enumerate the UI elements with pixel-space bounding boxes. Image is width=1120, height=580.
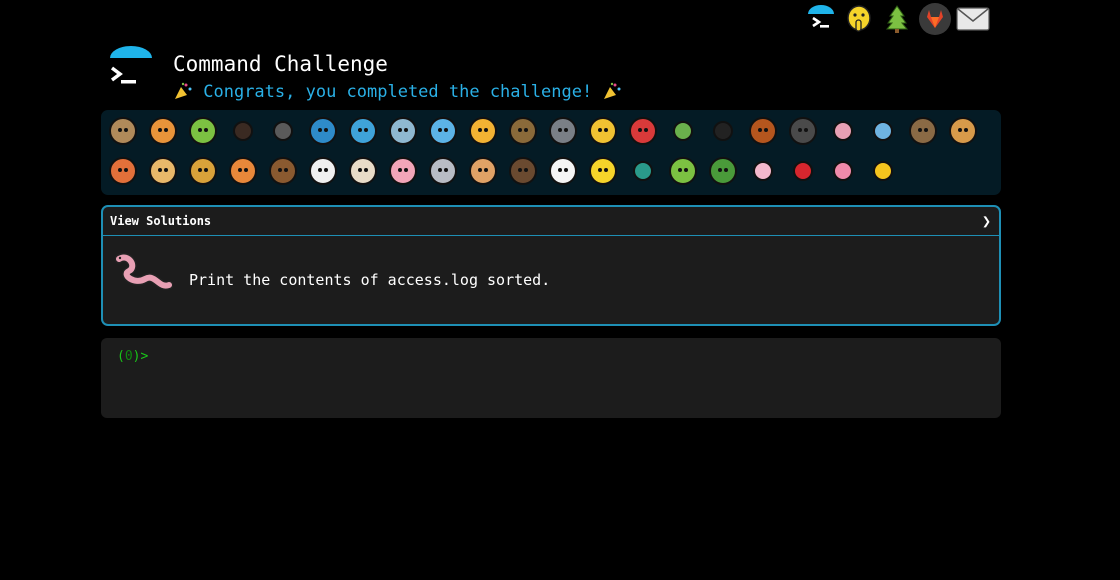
pig-icon[interactable]	[387, 154, 419, 188]
page-header: Command Challenge Congrats, you complete…	[108, 46, 1008, 106]
prompt-close: )>	[132, 349, 149, 364]
terminal-logo-icon[interactable]	[804, 2, 838, 36]
prompt-open: (	[117, 349, 125, 364]
dragon-icon[interactable]	[707, 154, 739, 188]
badge-row	[107, 114, 987, 148]
ladybug-icon[interactable]	[627, 114, 659, 148]
bear-icon[interactable]	[507, 154, 539, 188]
hibiscus-icon[interactable]	[827, 154, 859, 188]
bee-icon[interactable]	[587, 114, 619, 148]
page-title: Command Challenge	[173, 52, 388, 76]
mouse-icon[interactable]	[427, 154, 459, 188]
chevron-right-icon: ❯	[981, 212, 991, 230]
worm-icon	[114, 251, 174, 299]
horse-icon[interactable]	[267, 154, 299, 188]
terminal-input[interactable]: (0)>	[101, 338, 1001, 418]
butterfly-icon[interactable]	[147, 114, 179, 148]
cow-icon[interactable]	[347, 154, 379, 188]
fly-icon[interactable]	[787, 114, 819, 148]
challenge-task: Print the contents of access.log sorted.	[189, 271, 551, 289]
scorpion-icon[interactable]	[747, 114, 779, 148]
tiger-icon[interactable]	[227, 154, 259, 188]
caterpillar-icon[interactable]	[187, 114, 219, 148]
achievement-badges	[101, 110, 1001, 195]
cherry-blossom-icon[interactable]	[747, 154, 779, 188]
whale-icon[interactable]	[307, 114, 339, 148]
lion-icon[interactable]	[187, 154, 219, 188]
monkey-icon[interactable]	[907, 114, 939, 148]
badge-row	[107, 154, 907, 188]
peacock-icon[interactable]	[627, 154, 659, 188]
rose-icon[interactable]	[787, 154, 819, 188]
shushing-face-icon[interactable]	[842, 2, 876, 36]
tree-icon[interactable]	[880, 2, 914, 36]
cricket-icon[interactable]	[667, 114, 699, 148]
prompt-counter: 0	[124, 349, 133, 364]
gitlab-icon[interactable]	[918, 2, 952, 36]
sunflower-icon[interactable]	[867, 154, 899, 188]
fish-icon[interactable]	[427, 114, 459, 148]
view-solutions-label: View Solutions	[110, 214, 212, 228]
ant-icon[interactable]	[227, 114, 259, 148]
wolf-icon[interactable]	[547, 114, 579, 148]
spider-icon[interactable]	[707, 114, 739, 148]
hatching-chick-icon[interactable]	[587, 154, 619, 188]
frog-icon[interactable]	[667, 154, 699, 188]
tropical-fish-icon[interactable]	[467, 114, 499, 148]
snail-icon[interactable]	[107, 114, 139, 148]
hamster-icon[interactable]	[467, 154, 499, 188]
worm-icon[interactable]	[827, 114, 859, 148]
party-popper-icon	[173, 82, 193, 100]
mail-icon[interactable]	[956, 2, 990, 36]
fox-icon[interactable]	[107, 154, 139, 188]
blowfish-icon[interactable]	[507, 114, 539, 148]
dolphin-2-icon[interactable]	[387, 114, 419, 148]
cat-icon[interactable]	[147, 154, 179, 188]
terminal-logo-icon[interactable]	[108, 46, 154, 92]
microbe-icon[interactable]	[867, 114, 899, 148]
unicorn-icon[interactable]	[307, 154, 339, 188]
dog-icon[interactable]	[947, 114, 979, 148]
dolphin-icon[interactable]	[347, 114, 379, 148]
panda-icon[interactable]	[547, 154, 579, 188]
view-solutions-toggle[interactable]: View Solutions ❯	[103, 207, 999, 236]
terminal-prompt: (0)>	[117, 349, 148, 364]
spider-web-icon[interactable]	[267, 114, 299, 148]
congrats-text: Congrats, you completed the challenge!	[203, 82, 593, 102]
party-popper-icon	[602, 82, 622, 100]
solutions-panel: View Solutions ❯ Print the contents of a…	[101, 205, 1001, 326]
congrats-message: Congrats, you completed the challenge!	[173, 82, 622, 102]
top-nav	[804, 2, 990, 36]
